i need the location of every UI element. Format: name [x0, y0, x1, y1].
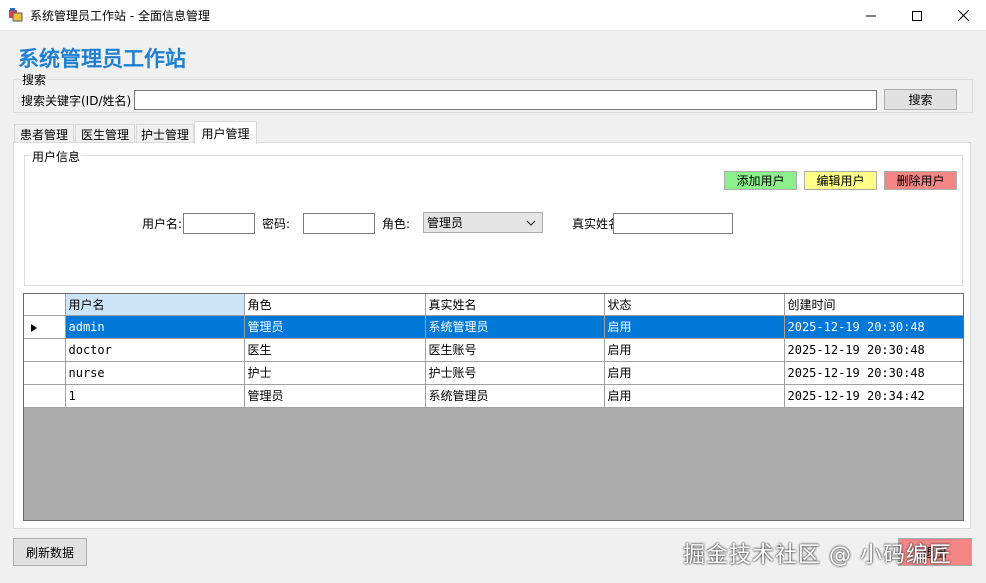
table-row[interactable]: nurse 护士 护士账号 启用 2025-12-19 20:30:48 [24, 361, 963, 385]
exit-button[interactable]: 退出 [898, 538, 972, 566]
maximize-button[interactable] [894, 0, 940, 31]
row-header[interactable] [24, 315, 66, 339]
table-row[interactable]: 1 管理员 系统管理员 启用 2025-12-19 20:34:42 [24, 384, 963, 408]
maximize-icon [912, 10, 922, 21]
cell-realname[interactable]: 系统管理员 [425, 384, 605, 408]
user-table: 用户名 角色 真实姓名 状态 创建时间 admin 管理员 系统管理员 启用 2… [24, 294, 963, 408]
table-row[interactable]: admin 管理员 系统管理员 启用 2025-12-19 20:30:48 [24, 315, 963, 339]
user-grid: 用户名 角色 真实姓名 状态 创建时间 admin 管理员 系统管理员 启用 2… [23, 293, 964, 521]
role-label: 角色: [382, 217, 411, 231]
cell-status[interactable]: 启用 [604, 338, 785, 362]
table-row[interactable]: doctor 医生 医生账号 启用 2025-12-19 20:30:48 [24, 338, 963, 362]
role-select-value: 管理员 [427, 216, 464, 230]
add-user-button[interactable]: 添加用户 [724, 171, 797, 190]
minimize-icon [866, 15, 876, 16]
tab-doctor[interactable]: 医生管理 [75, 124, 135, 144]
minimize-button[interactable] [848, 0, 894, 31]
column-header-role[interactable]: 角色 [244, 294, 426, 316]
password-label: 密码: [262, 217, 291, 231]
cell-username[interactable]: 1 [65, 384, 245, 408]
search-group-label: 搜索 [21, 71, 48, 88]
realname-field[interactable] [613, 213, 733, 234]
user-info-group-label: 用户信息 [31, 148, 82, 165]
tab-nurse[interactable]: 护士管理 [136, 124, 194, 144]
search-label: 搜索关键字(ID/姓名) [21, 94, 132, 108]
tab-patient[interactable]: 患者管理 [14, 124, 74, 144]
row-header[interactable] [24, 338, 66, 362]
window-title: 系统管理员工作站 - 全面信息管理 [30, 9, 210, 23]
app-window-icon [9, 8, 23, 22]
cell-username[interactable]: admin [65, 315, 245, 339]
cell-role[interactable]: 管理员 [244, 384, 426, 408]
cell-created[interactable]: 2025-12-19 20:34:42 [784, 384, 963, 408]
cell-username[interactable]: nurse [65, 361, 245, 385]
column-header-created[interactable]: 创建时间 [784, 294, 963, 316]
cell-role[interactable]: 护士 [244, 361, 426, 385]
column-header-username[interactable]: 用户名 [65, 294, 245, 316]
cell-realname[interactable]: 护士账号 [425, 361, 605, 385]
tab-user[interactable]: 用户管理 [194, 121, 257, 144]
cell-status[interactable]: 启用 [604, 361, 785, 385]
cell-username[interactable]: doctor [65, 338, 245, 362]
password-field[interactable] [303, 213, 375, 234]
edit-user-button[interactable]: 编辑用户 [804, 171, 877, 190]
close-icon [957, 10, 969, 21]
table-header-row: 用户名 角色 真实姓名 状态 创建时间 [24, 294, 963, 316]
page-title: 系统管理员工作站 [18, 47, 186, 71]
close-button[interactable] [940, 0, 986, 31]
cell-created[interactable]: 2025-12-19 20:30:48 [784, 315, 963, 339]
cell-status[interactable]: 启用 [604, 384, 785, 408]
row-header[interactable] [24, 361, 66, 385]
role-select[interactable]: 管理员 [423, 212, 543, 233]
search-input[interactable] [134, 90, 877, 110]
column-header-status[interactable]: 状态 [604, 294, 785, 316]
delete-user-button[interactable]: 删除用户 [884, 171, 957, 190]
cell-realname[interactable]: 系统管理员 [425, 315, 605, 339]
row-header-corner [24, 294, 66, 316]
search-button[interactable]: 搜索 [884, 89, 957, 110]
cell-created[interactable]: 2025-12-19 20:30:48 [784, 361, 963, 385]
cell-role[interactable]: 管理员 [244, 315, 426, 339]
cell-role[interactable]: 医生 [244, 338, 426, 362]
title-bar: 系统管理员工作站 - 全面信息管理 [0, 0, 986, 31]
refresh-button[interactable]: 刷新数据 [13, 538, 87, 566]
cell-status[interactable]: 启用 [604, 315, 785, 339]
username-field[interactable] [183, 213, 255, 234]
row-pointer-icon [31, 323, 37, 332]
cell-realname[interactable]: 医生账号 [425, 338, 605, 362]
cell-created[interactable]: 2025-12-19 20:30:48 [784, 338, 963, 362]
chevron-down-icon [526, 220, 536, 226]
row-header[interactable] [24, 384, 66, 408]
realname-label: 真实姓名 [572, 217, 614, 231]
column-header-realname[interactable]: 真实姓名 [425, 294, 605, 316]
username-label: 用户名: [142, 217, 183, 231]
